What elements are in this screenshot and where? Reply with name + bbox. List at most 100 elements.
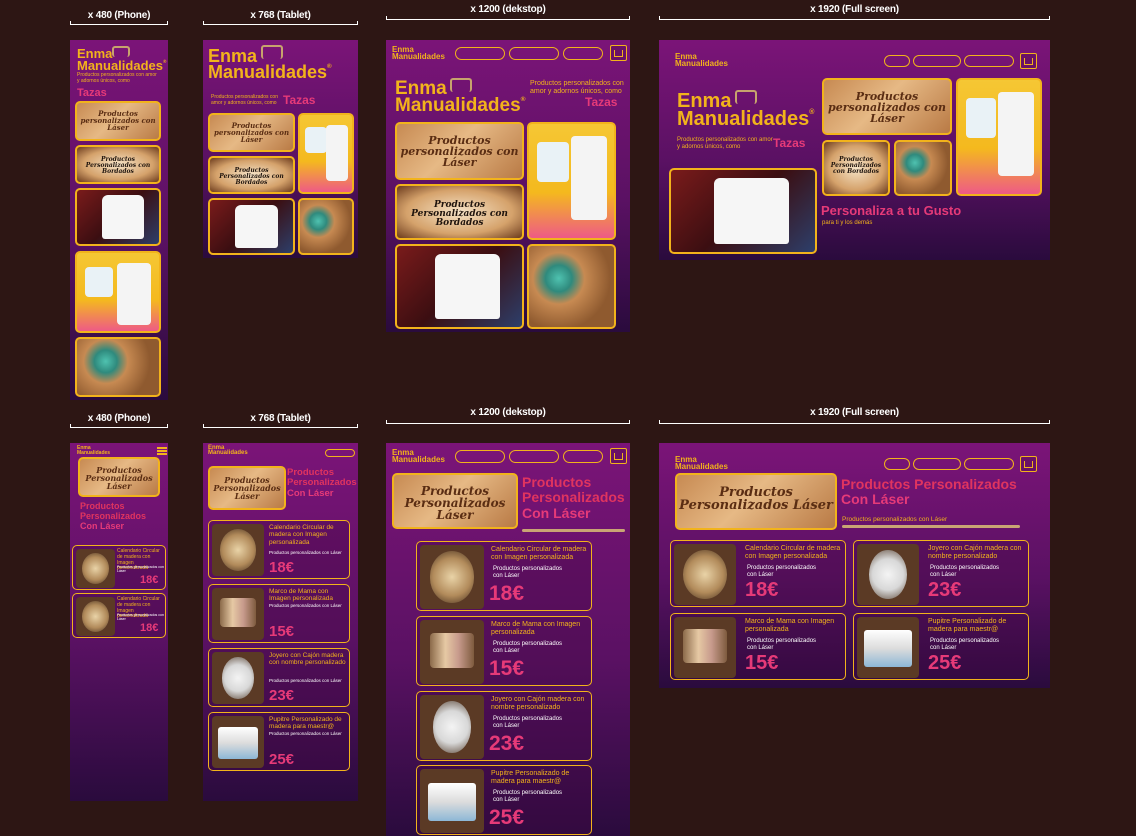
product-image bbox=[674, 617, 736, 678]
brand-line2: Manualidades bbox=[395, 95, 521, 117]
product-card[interactable]: Calendario Circular de madera con Imagen… bbox=[670, 540, 846, 607]
laser-banner[interactable]: Productos Personalizados Láser bbox=[208, 466, 286, 510]
laser-title: Productos Personalizados Con Láser bbox=[522, 474, 625, 521]
nav-link-2[interactable] bbox=[509, 450, 559, 463]
product-image bbox=[857, 544, 919, 605]
product-price: 18€ bbox=[140, 574, 159, 586]
product-image bbox=[420, 769, 484, 833]
sewing-machine-icon bbox=[112, 46, 130, 57]
product-card[interactable]: Pupitre Personalizado de madera para mae… bbox=[208, 712, 350, 771]
product-image bbox=[212, 716, 264, 768]
product-card[interactable]: Calendario Circular de madera con Imagen… bbox=[72, 593, 166, 638]
product-image bbox=[76, 597, 115, 636]
laser-banner[interactable]: Productos Personalizados Láser bbox=[392, 473, 518, 529]
plaque-script: Productos Personalizados con Bordados bbox=[411, 199, 508, 228]
photo-laser-wood[interactable]: Productos personalizados con Láser bbox=[208, 113, 295, 152]
nav-logo[interactable]: Enma Manualidades bbox=[392, 46, 445, 62]
cart-icon[interactable] bbox=[610, 448, 627, 464]
photo-tshirt[interactable] bbox=[395, 244, 524, 329]
photo-mugs[interactable] bbox=[527, 122, 616, 240]
title-underline bbox=[522, 529, 625, 532]
photo-laser-wood[interactable]: Productos personalizados con Láser bbox=[822, 78, 952, 135]
nav-logo-line2: Manualidades bbox=[392, 455, 445, 465]
nav-logo[interactable]: Enma Manualidades bbox=[392, 449, 445, 465]
photo-embroidery[interactable]: Productos Personalizados con Bordados bbox=[395, 184, 524, 240]
nav-link-1[interactable] bbox=[455, 47, 505, 60]
product-name: Joyero con Cajón madera con nombre perso… bbox=[269, 652, 346, 667]
photo-mugs[interactable] bbox=[298, 113, 354, 194]
title-underline bbox=[842, 525, 1020, 528]
brand-line2: Manualidades bbox=[77, 57, 163, 73]
photo-beads[interactable] bbox=[894, 140, 952, 196]
photo-tshirt[interactable] bbox=[75, 188, 161, 246]
product-price: 18€ bbox=[269, 559, 295, 576]
cart-icon[interactable] bbox=[1020, 53, 1037, 69]
cart-icon[interactable] bbox=[610, 45, 627, 61]
nav-link-3[interactable] bbox=[563, 47, 603, 60]
tablet-home-frame: Enma Manualidades® Productos personaliza… bbox=[203, 40, 358, 258]
nav-link-2[interactable] bbox=[509, 47, 559, 60]
nav-logo-line2: Manualidades bbox=[392, 52, 445, 62]
product-card[interactable]: Marco de Mama con Imagen personalizada P… bbox=[416, 616, 592, 686]
nav-logo[interactable]: Enma Manualidades bbox=[77, 446, 111, 456]
registered-mark: ® bbox=[520, 96, 526, 104]
nav-logo-line2: Manualidades bbox=[675, 59, 728, 69]
product-desc: Productos personalizados con Láser bbox=[493, 641, 563, 655]
laser-banner[interactable]: Productos Personalizados Láser bbox=[675, 473, 837, 530]
photo-tshirt[interactable] bbox=[208, 198, 295, 255]
photo-laser-wood[interactable]: Productos personalizados con Láser bbox=[395, 122, 524, 180]
nav-link-3[interactable] bbox=[964, 458, 1014, 470]
cart-icon[interactable] bbox=[1020, 456, 1037, 472]
nav-link-1[interactable] bbox=[325, 449, 355, 457]
photo-embroidery[interactable]: Productos Personalizados con Bordados bbox=[822, 140, 890, 196]
nav-link-2[interactable] bbox=[913, 55, 961, 67]
photo-mugs[interactable] bbox=[956, 78, 1042, 196]
photo-beads[interactable] bbox=[298, 198, 354, 255]
photo-embroidery[interactable]: Productos Personalizados con Bordados bbox=[75, 145, 161, 184]
product-desc: Productos personalizados con Láser bbox=[269, 603, 342, 608]
sewing-machine-icon bbox=[735, 90, 757, 104]
product-desc: Productos personalizados con Láser bbox=[747, 638, 817, 652]
product-card[interactable]: Pupitre Personalizado de madera para mae… bbox=[853, 613, 1029, 680]
photo-mugs[interactable] bbox=[75, 251, 161, 333]
nav-logo[interactable]: Enma Manualidades bbox=[675, 456, 728, 471]
product-card[interactable]: Joyero con Cajón madera con nombre perso… bbox=[416, 691, 592, 761]
product-desc: Productos personalizados con Láser bbox=[930, 565, 1000, 579]
nav-link-3[interactable] bbox=[563, 450, 603, 463]
nav-logo-line2: Manualidades bbox=[77, 449, 111, 456]
extra-subtitle: para ti y los demás bbox=[822, 220, 873, 226]
product-card[interactable]: Marco de Mama con Imagen personalizada P… bbox=[208, 584, 350, 643]
photo-laser-wood[interactable]: Productos personalizados con Láser bbox=[75, 101, 161, 141]
nav-link-1[interactable] bbox=[455, 450, 505, 463]
product-card[interactable]: Joyero con Cajón madera con nombre perso… bbox=[853, 540, 1029, 607]
laser-banner[interactable]: Productos Personalizados Láser bbox=[78, 457, 160, 497]
nav-link-2[interactable] bbox=[913, 458, 961, 470]
photo-tshirt[interactable] bbox=[669, 168, 817, 254]
banner-script: Productos Personalizados Láser bbox=[213, 475, 281, 501]
product-card[interactable]: Calendario Circular de madera con Imagen… bbox=[208, 520, 350, 579]
product-name: Joyero con Cajón madera con nombre perso… bbox=[928, 545, 1022, 561]
menu-icon[interactable] bbox=[157, 447, 167, 455]
product-card[interactable]: Joyero con Cajón madera con nombre perso… bbox=[208, 648, 350, 707]
nav-link-1[interactable] bbox=[884, 458, 910, 470]
laser-title-line: Productos Personalizados bbox=[841, 476, 1017, 492]
product-card[interactable]: Calendario Circular de madera con Imagen… bbox=[72, 545, 166, 590]
nav-logo[interactable]: Enma Manualidades bbox=[675, 53, 728, 69]
nav-link-1[interactable] bbox=[884, 55, 910, 67]
product-price: 15€ bbox=[269, 623, 295, 640]
rotating-word: Tazas bbox=[773, 136, 806, 150]
product-image bbox=[420, 620, 484, 684]
plaque-script: Productos Personalizados con Bordados bbox=[85, 155, 151, 175]
laser-title-3: Con Láser bbox=[80, 520, 125, 531]
rotating-word: Tazas bbox=[77, 87, 107, 99]
nav-logo[interactable]: Enma Manualidades bbox=[208, 445, 248, 457]
photo-beads[interactable] bbox=[75, 337, 161, 397]
photo-embroidery[interactable]: Productos Personalizados con Bordados bbox=[208, 156, 295, 194]
photo-beads[interactable] bbox=[527, 244, 616, 329]
home-tagline: Productos personalizados con amor y ador… bbox=[677, 137, 773, 150]
product-name: Calendario Circular de madera con Imagen… bbox=[269, 524, 334, 546]
product-card[interactable]: Calendario Circular de madera con Imagen… bbox=[416, 541, 592, 611]
product-card[interactable]: Marco de Mama con Imagen personalizada P… bbox=[670, 613, 846, 680]
nav-link-3[interactable] bbox=[964, 55, 1014, 67]
product-card[interactable]: Pupitre Personalizado de madera para mae… bbox=[416, 765, 592, 835]
